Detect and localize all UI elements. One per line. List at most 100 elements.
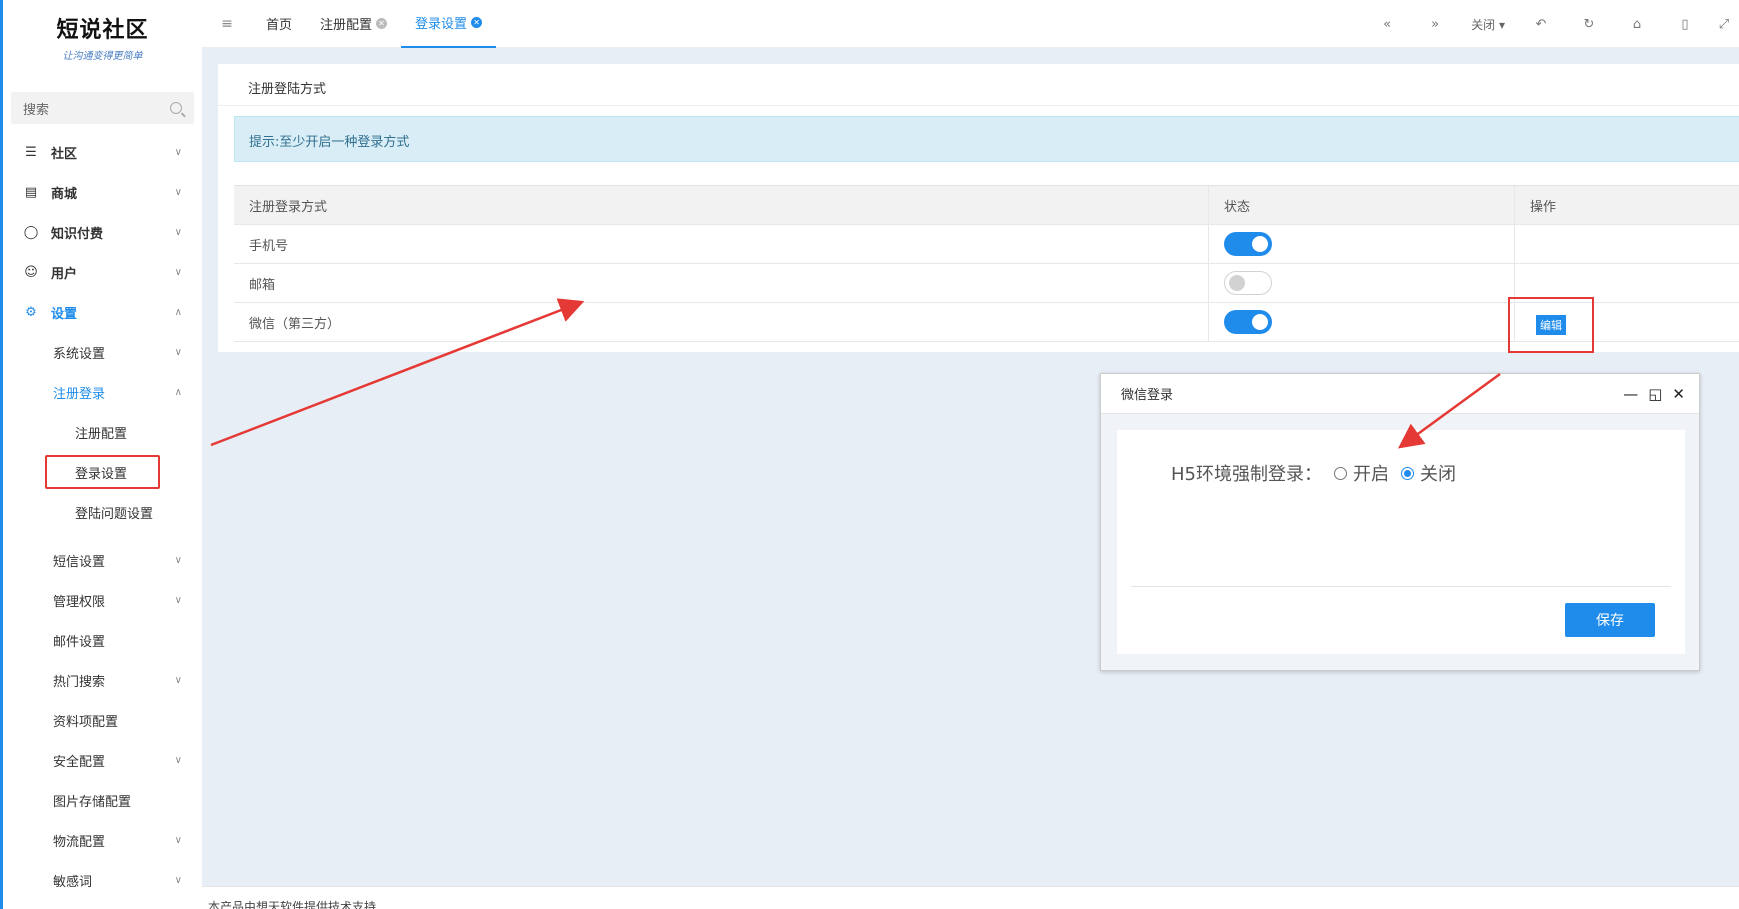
login-methods-table: 注册登录方式 状态 操作 手机号 邮箱 微信（第三方） 编辑 (234, 185, 1739, 353)
sidebar-item-profile-fields[interactable]: 资料项配置 (3, 700, 202, 740)
email-toggle[interactable] (1224, 271, 1272, 295)
search-icon (170, 102, 182, 114)
menu-fold-icon[interactable]: ≡ (202, 16, 252, 32)
tip-alert: 提示:至少开启一种登录方式 (234, 116, 1739, 162)
minimize-icon[interactable]: — (1623, 385, 1638, 403)
menu-item-settings[interactable]: ⚙ 设置 ∧ (3, 292, 202, 332)
wechat-toggle[interactable] (1224, 310, 1272, 334)
logo: 短说社区 让沟通变得更简单 (3, 0, 202, 76)
method-name: 手机号 (234, 224, 1209, 264)
sidebar-item-email[interactable]: 邮件设置 (3, 620, 202, 660)
sidebar-item-hot-search[interactable]: 热门搜索 ∨ (3, 660, 202, 700)
sub-label: 图片存储配置 (53, 794, 132, 810)
radio-on[interactable] (1334, 466, 1347, 480)
action-cell: 编辑 (1508, 296, 1739, 353)
chevron-up-icon: ∧ (174, 386, 182, 398)
field-label: H5环境强制登录： (1171, 464, 1322, 485)
sidebar-item-login-issue[interactable]: 登陆问题设置 (3, 492, 202, 532)
annotation-highlight-box (45, 455, 160, 489)
card-title: 注册登陆方式 (218, 64, 1739, 106)
sub-label: 登陆问题设置 (75, 506, 154, 522)
sidebar-item-login-settings[interactable]: 登录设置 (3, 452, 202, 492)
tab-label: 注册配置 (320, 18, 373, 33)
chevron-down-icon: ∨ (174, 834, 182, 846)
return-icon[interactable]: ↶ (1517, 17, 1565, 32)
chevron-down-icon: ∨ (174, 346, 182, 358)
sub-label: 短信设置 (53, 554, 106, 570)
modal-controls: — ◱ ✕ (1623, 374, 1685, 414)
tabs-prev-icon[interactable]: « (1363, 17, 1411, 32)
save-button[interactable]: 保存 (1565, 603, 1655, 637)
phone-toggle[interactable] (1224, 232, 1272, 256)
sub-label: 邮件设置 (53, 634, 106, 650)
menu-label: 社区 (51, 146, 78, 162)
chevron-down-icon: ∨ (174, 266, 182, 278)
sidebar-item-system[interactable]: 系统设置 ∨ (3, 332, 202, 372)
header-action: 操作 (1530, 199, 1557, 215)
divider (1131, 586, 1671, 587)
chevron-down-icon: ∨ (174, 594, 182, 606)
sub-label: 管理权限 (53, 594, 106, 610)
home-icon[interactable]: ⌂ (1613, 17, 1661, 32)
sidebar-item-security[interactable]: 安全配置 ∨ (3, 740, 202, 780)
chevron-down-icon: ∨ (174, 226, 182, 238)
radio-on-label[interactable]: 开启 (1353, 460, 1389, 486)
sidebar-search[interactable]: 搜索 (11, 92, 194, 124)
edit-button[interactable]: 编辑 (1536, 314, 1566, 335)
sidebar-item-image-storage[interactable]: 图片存储配置 (3, 780, 202, 820)
wechat-login-modal: 微信登录 — ◱ ✕ H5环境强制登录： 开启 关闭 保存 (1100, 373, 1700, 671)
chevron-down-icon: ∨ (174, 186, 182, 198)
table-row: 手机号 (234, 224, 1739, 264)
sidebar-item-permissions[interactable]: 管理权限 ∨ (3, 580, 202, 620)
sub-label: 注册配置 (75, 426, 128, 442)
bulb-icon: ◯ (23, 224, 39, 240)
annotation-highlight-box: 编辑 (1508, 296, 1594, 353)
chat-icon: ☰ (25, 144, 37, 160)
modal-body: H5环境强制登录： 开启 关闭 保存 (1117, 430, 1685, 654)
radio-off-label[interactable]: 关闭 (1420, 460, 1456, 486)
menu-label: 设置 (51, 306, 78, 322)
sub-label: 敏感词 (53, 874, 93, 890)
table-header: 注册登录方式 状态 操作 (234, 185, 1739, 225)
sub-label: 物流配置 (53, 834, 106, 850)
modal-header: 微信登录 — ◱ ✕ (1101, 374, 1699, 414)
radio-off[interactable] (1401, 466, 1414, 480)
sidebar-item-sms[interactable]: 短信设置 ∨ (3, 540, 202, 580)
menu-item-user[interactable]: ☺ 用户 ∨ (3, 252, 202, 292)
sub-label: 注册登录 (53, 386, 106, 402)
top-right-tools: « » 关闭 ▾ ↶ ↻ ⌂ ▯ ⤢ (1363, 0, 1739, 48)
refresh-icon[interactable]: ↻ (1565, 17, 1613, 32)
method-name: 邮箱 (234, 263, 1209, 303)
tabs-next-icon[interactable]: » (1411, 17, 1459, 32)
tab-login-settings[interactable]: 登录设置 ✕ (401, 0, 497, 48)
method-name: 微信（第三方） (234, 302, 1209, 342)
sidebar-item-logistics[interactable]: 物流配置 ∨ (3, 820, 202, 860)
close-menu-label: 关闭 (1471, 17, 1496, 32)
menu-item-knowledge[interactable]: ◯ 知识付费 ∨ (3, 212, 202, 252)
close-icon[interactable]: ✕ (1672, 385, 1685, 403)
top-bar: ≡ 首页 注册配置 ✕ 登录设置 ✕ « » 关闭 ▾ ↶ ↻ ⌂ ▯ ⤢ (202, 0, 1739, 48)
tab-home[interactable]: 首页 (252, 0, 306, 48)
mobile-icon[interactable]: ▯ (1661, 17, 1709, 32)
close-icon[interactable]: ✕ (471, 17, 483, 28)
logo-subtitle: 让沟通变得更简单 (62, 51, 143, 62)
maximize-icon[interactable]: ◱ (1648, 385, 1662, 403)
chevron-down-icon: ∨ (174, 674, 182, 686)
menu-item-community[interactable]: ☰ 社区 ∨ (3, 132, 202, 172)
search-placeholder: 搜索 (23, 102, 50, 118)
status-cell (1209, 263, 1515, 303)
h5-force-login-field: H5环境强制登录： 开启 关闭 (1171, 460, 1456, 486)
sub-label: 热门搜索 (53, 674, 106, 690)
chevron-down-icon: ∨ (174, 554, 182, 566)
menu-item-store[interactable]: ▤ 商城 ∨ (3, 172, 202, 212)
status-cell (1209, 302, 1515, 342)
fullscreen-icon[interactable]: ⤢ (1709, 17, 1739, 32)
tab-register-config[interactable]: 注册配置 ✕ (306, 0, 401, 48)
sidebar-item-register-login[interactable]: 注册登录 ∧ (3, 372, 202, 412)
sidebar-item-register-config[interactable]: 注册配置 (3, 412, 202, 452)
close-icon[interactable]: ✕ (376, 18, 388, 29)
close-menu-button[interactable]: 关闭 ▾ (1459, 16, 1517, 33)
chevron-down-icon: ∨ (174, 146, 182, 158)
sidebar-item-sensitive-words[interactable]: 敏感词 ∨ (3, 860, 202, 900)
gear-icon: ⚙ (25, 304, 37, 320)
